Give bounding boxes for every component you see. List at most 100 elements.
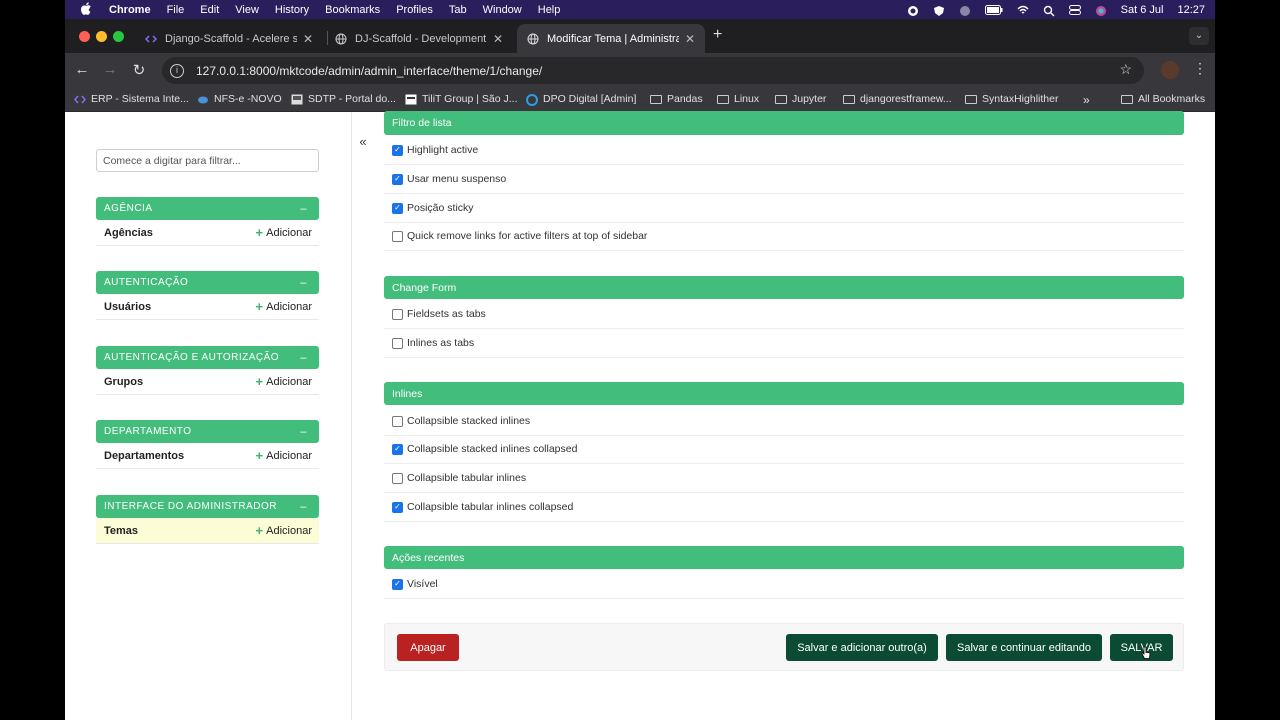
- module-header[interactable]: INTERFACE DO ADMINISTRADOR –: [96, 495, 319, 518]
- browser-tabstrip: Django-Scaffold - Acelere se ✕ DJ-Scaffo…: [65, 19, 1215, 53]
- close-tab-icon[interactable]: ✕: [685, 32, 695, 46]
- delete-button[interactable]: Apagar: [397, 634, 459, 661]
- site-info-icon[interactable]: i: [170, 63, 184, 78]
- add-label: Adicionar: [266, 449, 312, 462]
- menu-history[interactable]: History: [275, 4, 309, 16]
- collapse-minus-icon[interactable]: –: [300, 277, 307, 289]
- model-link[interactable]: Grupos: [104, 376, 143, 388]
- wifi-icon[interactable]: [1017, 5, 1029, 15]
- address-bar[interactable]: i 127.0.0.1:8000/mktcode/admin/admin_int…: [162, 57, 1144, 84]
- checkbox-checked[interactable]: ✓: [392, 578, 403, 590]
- profile-avatar[interactable]: [1161, 61, 1179, 79]
- bookmark-item[interactable]: TiliT Group | São J...: [405, 93, 518, 105]
- checkbox-checked[interactable]: ✓: [392, 443, 403, 455]
- siri-icon[interactable]: [1095, 5, 1107, 16]
- more-bookmarks-chevron-icon[interactable]: »: [1083, 93, 1090, 107]
- folder-icon: [1121, 94, 1133, 104]
- model-link[interactable]: Usuários: [104, 301, 151, 313]
- bookmark-folder[interactable]: Linux: [717, 93, 759, 105]
- vpn-globe-icon[interactable]: [959, 5, 971, 16]
- bookmark-item[interactable]: DPO Digital [Admin]: [526, 93, 636, 106]
- checkbox-unchecked[interactable]: [392, 230, 403, 242]
- collapse-minus-icon[interactable]: –: [300, 203, 307, 215]
- model-link[interactable]: Agências: [104, 227, 153, 239]
- save-and-continue-button[interactable]: Salvar e continuar editando: [946, 634, 1102, 661]
- checkbox-checked[interactable]: ✓: [392, 202, 403, 214]
- module-header[interactable]: AGÊNCIA –: [96, 197, 319, 220]
- bookmark-item[interactable]: SDTP - Portal do...: [291, 93, 396, 105]
- checkbox-checked[interactable]: ✓: [392, 173, 403, 185]
- menu-app-chrome[interactable]: Chrome: [109, 4, 151, 16]
- screen: Chrome File Edit View History Bookmarks …: [65, 0, 1215, 720]
- checkbox-row-fieldsets-as-tabs: Fieldsets as tabs: [384, 300, 1184, 329]
- admin-page: AGÊNCIA– Agências +Adicionar AUTENTICAÇÃO…: [65, 111, 1215, 720]
- close-window-button[interactable]: [79, 31, 90, 42]
- field-label: Collapsible tabular inlines collapsed: [407, 501, 574, 513]
- minimize-window-button[interactable]: [96, 31, 107, 42]
- tab-search-chevron-icon[interactable]: ⌄: [1189, 27, 1209, 45]
- menu-edit[interactable]: Edit: [200, 4, 219, 16]
- menu-tab[interactable]: Tab: [449, 4, 467, 16]
- bookmark-folder[interactable]: Pandas: [650, 93, 703, 105]
- add-model-link[interactable]: + Adicionar: [256, 225, 312, 240]
- collapse-minus-icon[interactable]: –: [300, 426, 307, 438]
- menu-help[interactable]: Help: [538, 4, 561, 16]
- field-label: Inlines as tabs: [407, 337, 475, 349]
- checkbox-row-posicao-sticky: ✓ Posição sticky: [384, 194, 1184, 223]
- apple-icon[interactable]: [81, 1, 95, 18]
- menu-view[interactable]: View: [235, 4, 259, 16]
- browser-menu-icon[interactable]: ⋮: [1193, 60, 1207, 77]
- tab-modificar-tema[interactable]: Modificar Tema | Administraç ✕: [517, 24, 705, 53]
- cloud-icon: [197, 94, 209, 105]
- menu-window[interactable]: Window: [483, 4, 522, 16]
- module-header[interactable]: DEPARTAMENTO –: [96, 420, 319, 443]
- bookmark-label: Linux: [734, 93, 760, 105]
- reload-icon[interactable]: ↻: [129, 61, 149, 79]
- add-model-link[interactable]: + Adicionar: [256, 299, 312, 314]
- model-link[interactable]: Departamentos: [104, 450, 184, 462]
- control-center-icon[interactable]: [1068, 4, 1081, 15]
- shield-icon[interactable]: [933, 5, 945, 16]
- close-tab-icon[interactable]: ✕: [493, 32, 503, 46]
- checkbox-checked[interactable]: ✓: [392, 144, 403, 156]
- bookmark-folder[interactable]: djangorestframew...: [843, 93, 952, 105]
- collapse-minus-icon[interactable]: –: [300, 501, 307, 513]
- folder-icon: [650, 94, 662, 104]
- add-model-link[interactable]: + Adicionar: [256, 374, 312, 389]
- save-and-add-another-button[interactable]: Salvar e adicionar outro(a): [786, 634, 938, 661]
- menu-bookmarks[interactable]: Bookmarks: [325, 4, 380, 16]
- close-tab-icon[interactable]: ✕: [303, 32, 313, 46]
- checkbox-row-quick-remove-links: Quick remove links for active filters at…: [384, 222, 1184, 251]
- new-tab-icon[interactable]: +: [713, 26, 722, 44]
- checkbox-unchecked[interactable]: [392, 308, 403, 320]
- checkbox-unchecked[interactable]: [392, 472, 403, 484]
- zoom-window-button[interactable]: [113, 31, 124, 42]
- model-link[interactable]: Temas: [104, 525, 138, 537]
- module-header[interactable]: AUTENTICAÇÃO –: [96, 271, 319, 294]
- record-icon[interactable]: [907, 5, 919, 16]
- checkbox-checked[interactable]: ✓: [392, 501, 403, 513]
- spotlight-search-icon[interactable]: [1043, 5, 1055, 16]
- menu-profiles[interactable]: Profiles: [396, 4, 433, 16]
- field-label: Collapsible tabular inlines: [407, 472, 527, 484]
- toggle-sidebar-button[interactable]: «: [354, 134, 372, 152]
- sidebar-filter-input[interactable]: [96, 149, 319, 172]
- bookmark-item[interactable]: ERP - Sistema Inte...: [74, 93, 189, 105]
- bookmark-star-icon[interactable]: ☆: [1119, 61, 1132, 78]
- checkbox-unchecked[interactable]: [392, 337, 403, 349]
- tab-django-scaffold[interactable]: Django-Scaffold - Acelere se ✕: [135, 24, 323, 53]
- collapse-minus-icon[interactable]: –: [300, 352, 307, 364]
- add-model-link[interactable]: + Adicionar: [256, 448, 312, 463]
- bookmark-folder[interactable]: Jupyter: [775, 93, 826, 105]
- add-model-link[interactable]: + Adicionar: [256, 523, 312, 538]
- back-arrow-icon[interactable]: ←: [72, 61, 92, 78]
- battery-icon[interactable]: [984, 4, 1003, 15]
- tab-dj-scaffold-development[interactable]: DJ-Scaffold - Development ✕: [325, 24, 513, 53]
- module-header[interactable]: AUTENTICAÇÃO E AUTORIZAÇÃO –: [96, 346, 319, 369]
- all-bookmarks-folder[interactable]: All Bookmarks: [1121, 93, 1205, 105]
- bookmark-folder[interactable]: SyntaxHighlither: [965, 93, 1058, 105]
- bookmark-item[interactable]: NFS-e -NOVO: [197, 93, 282, 105]
- menu-file[interactable]: File: [167, 4, 185, 16]
- forward-arrow-icon[interactable]: →: [100, 61, 120, 78]
- checkbox-unchecked[interactable]: [392, 415, 403, 427]
